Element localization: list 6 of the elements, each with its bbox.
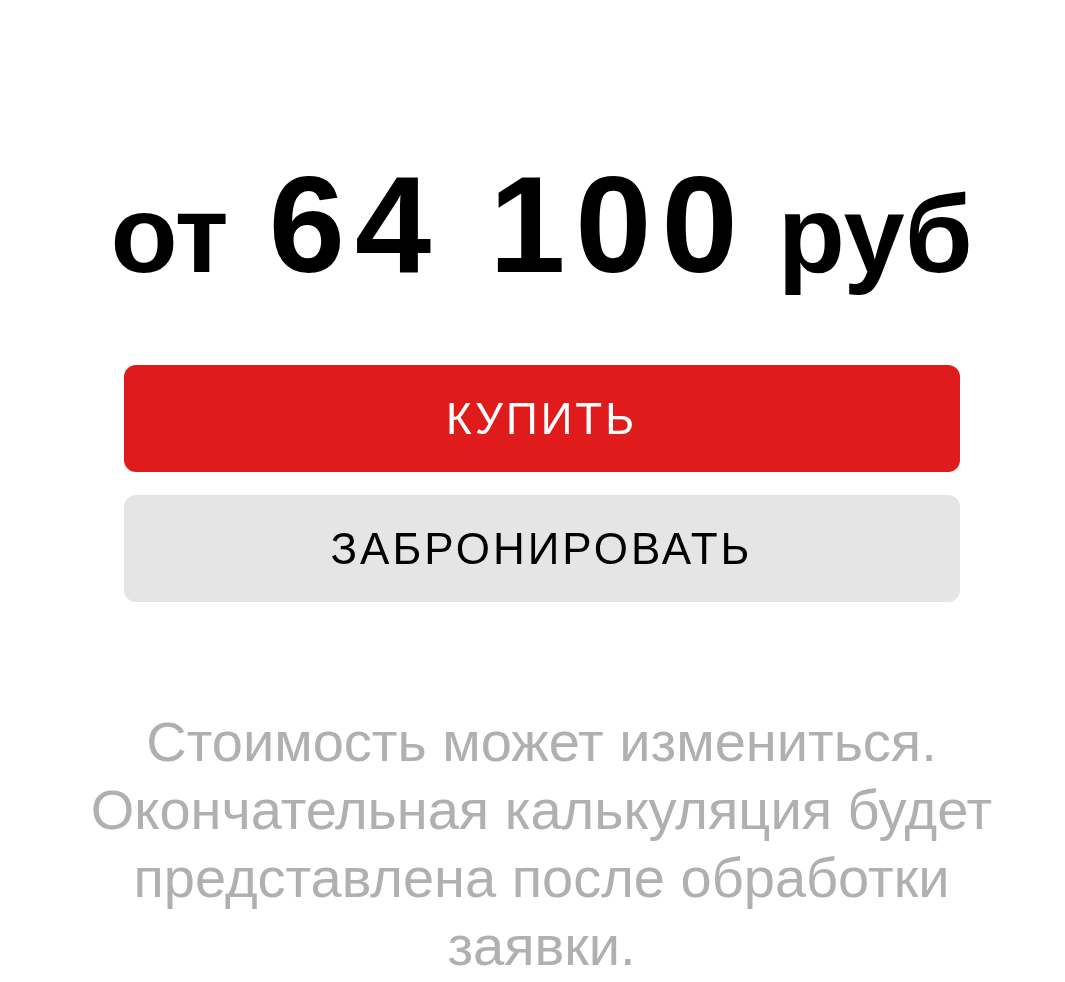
buy-button[interactable]: КУПИТЬ bbox=[123, 365, 960, 472]
reserve-button[interactable]: ЗАБРОНИРОВАТЬ bbox=[123, 495, 960, 602]
price-prefix: от bbox=[110, 171, 229, 297]
price-disclaimer: Стоимость может измениться. Окончательная калькуляция будет представлена после обработки заявки. bbox=[89, 709, 994, 979]
price-amount: 64 100 bbox=[268, 156, 748, 293]
price-currency: руб bbox=[777, 171, 973, 297]
